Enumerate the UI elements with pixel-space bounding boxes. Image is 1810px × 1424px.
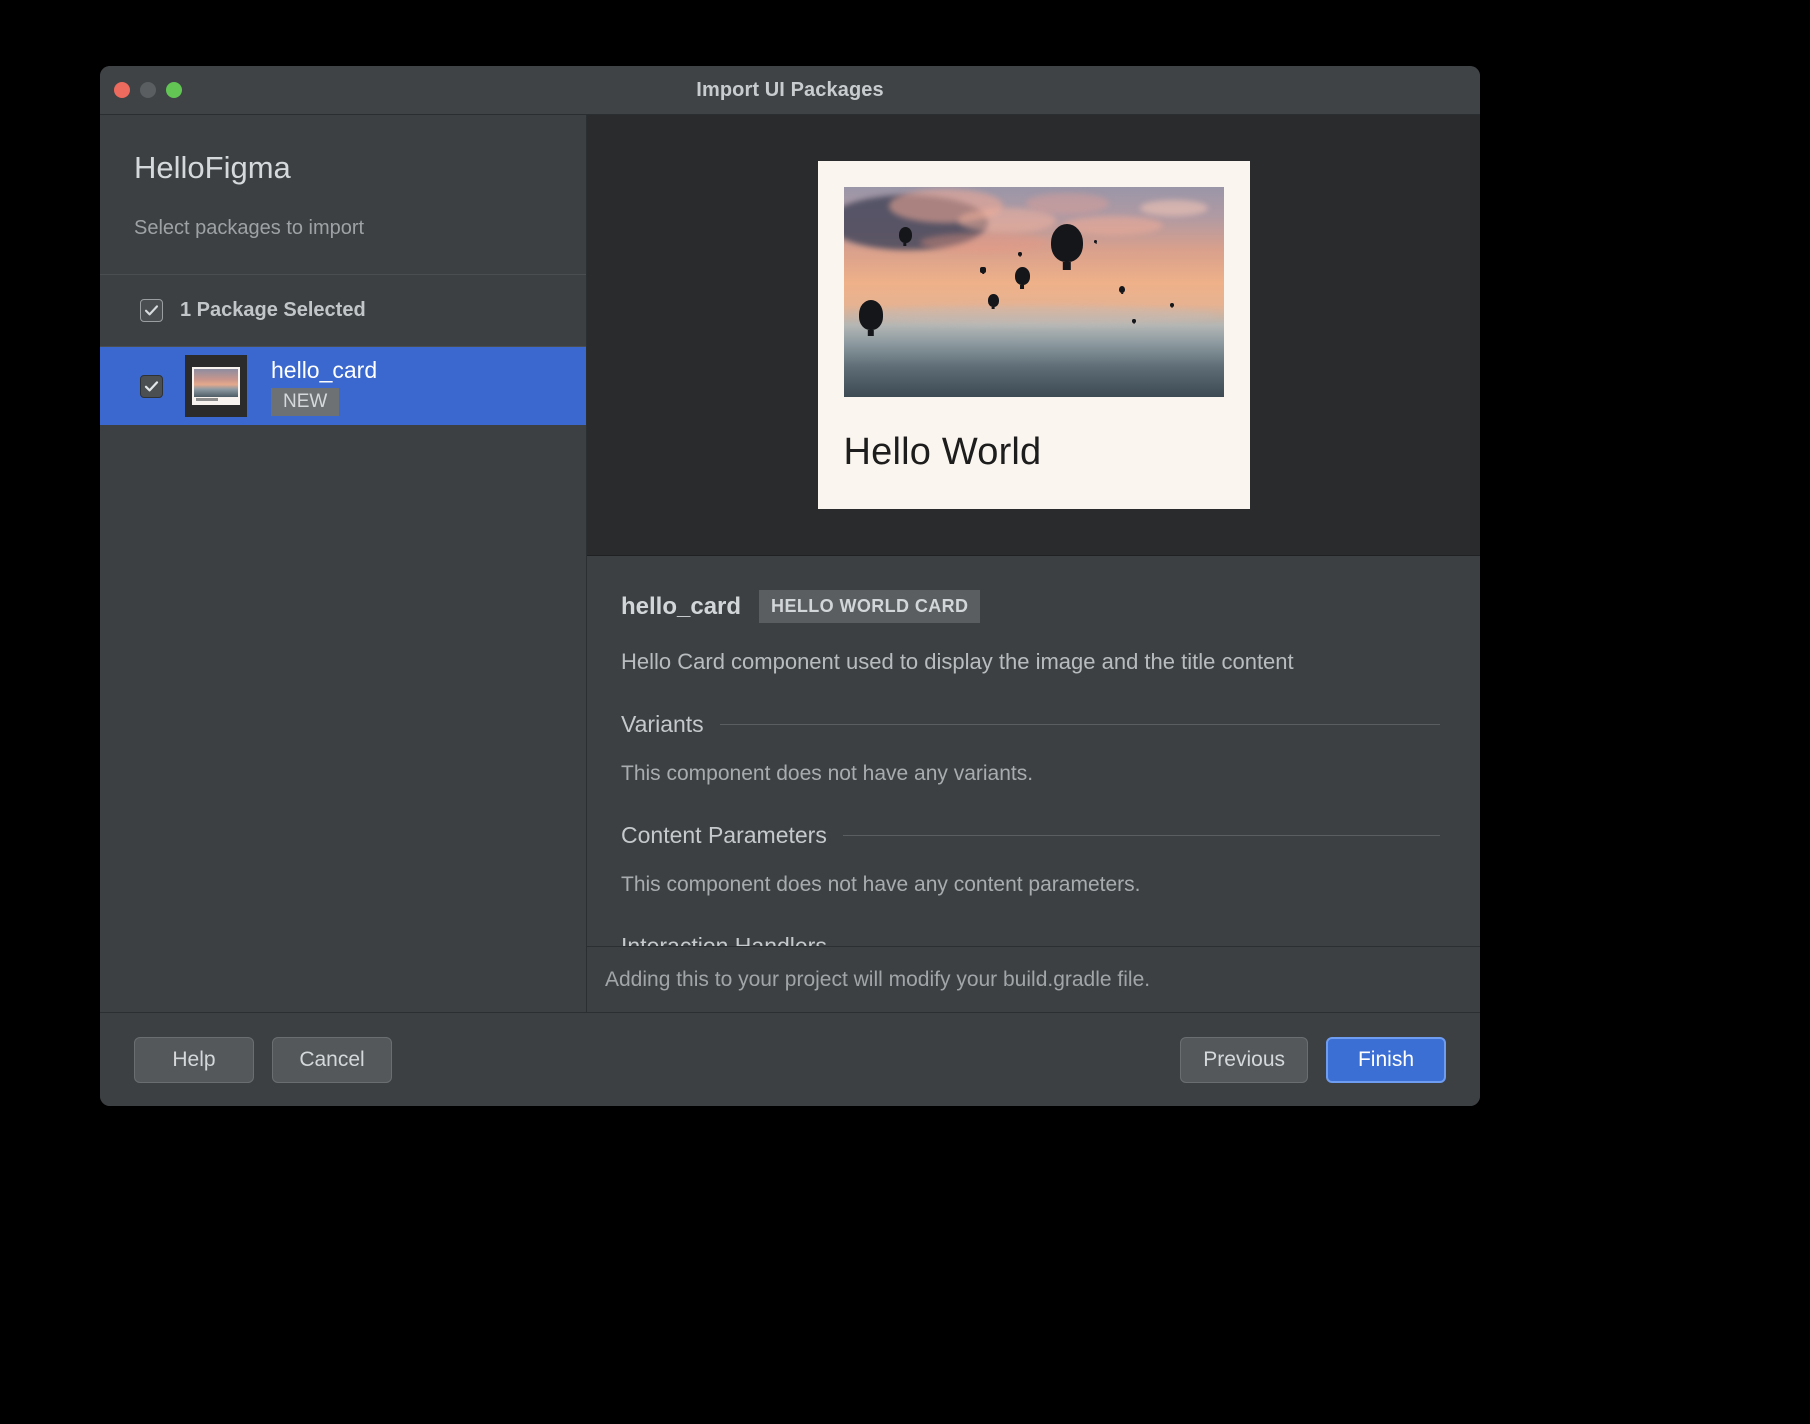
sidebar: HelloFigma Select packages to import 1 P… <box>100 115 587 1012</box>
section-header-interaction-handlers: Interaction Handlers <box>621 933 1440 946</box>
balloon-icon <box>1119 285 1126 293</box>
detail-description: Hello Card component used to display the… <box>621 649 1294 674</box>
card-title: Hello World <box>843 431 1042 473</box>
component-preview: Hello World <box>587 115 1480 556</box>
package-thumbnail-icon <box>185 355 247 417</box>
sidebar-subtitle: Select packages to import <box>134 217 365 240</box>
finish-button[interactable]: Finish <box>1326 1036 1446 1083</box>
hello-card-preview: Hello World <box>817 161 1250 509</box>
window-titlebar: Import UI Packages <box>100 66 1480 115</box>
detail-header: hello_card HELLO WORLD CARD <box>621 590 1440 623</box>
section-body-content-parameters: This component does not have any content… <box>621 873 1141 896</box>
screen: Import UI Packages HelloFigma Select pac… <box>0 0 1810 1424</box>
select-all-checkbox[interactable] <box>140 299 163 322</box>
section-title: Variants <box>621 711 704 737</box>
component-details: hello_card HELLO WORLD CARD Hello Card c… <box>587 556 1480 946</box>
balloons-photo <box>843 187 1224 397</box>
list-item[interactable]: hello_card NEW <box>100 347 586 425</box>
balloon-icon <box>980 266 986 274</box>
help-button[interactable]: Help <box>134 1036 254 1083</box>
package-name: hello_card <box>271 356 378 383</box>
section-title: Content Parameters <box>621 822 827 848</box>
previous-button[interactable]: Previous <box>1180 1036 1308 1083</box>
close-button[interactable] <box>114 82 130 98</box>
footer-note: Adding this to your project will modify … <box>587 946 1480 1012</box>
package-texts: hello_card NEW <box>271 357 377 416</box>
balloon-icon <box>1018 252 1022 256</box>
section-header-content-parameters: Content Parameters <box>621 822 1440 849</box>
package-checkbox[interactable] <box>140 374 163 398</box>
balloon-icon <box>1170 302 1175 307</box>
project-title: HelloFigma <box>134 150 291 185</box>
section-header-variants: Variants <box>621 711 1440 738</box>
minimize-button[interactable] <box>140 82 156 98</box>
balloon-icon <box>1132 319 1136 324</box>
window-controls <box>114 66 182 114</box>
package-list: hello_card NEW <box>100 347 586 1012</box>
section-title: Interaction Handlers <box>621 933 827 946</box>
right-panel: Hello World hello_card HELLO WORLD CARD … <box>587 115 1480 1012</box>
balloon-icon <box>858 300 884 330</box>
balloon-icon <box>987 294 999 307</box>
cancel-button[interactable]: Cancel <box>272 1036 392 1083</box>
select-all-row[interactable]: 1 Package Selected <box>100 275 586 347</box>
window-body: HelloFigma Select packages to import 1 P… <box>100 115 1480 1012</box>
detail-component-name: hello_card <box>621 592 742 620</box>
window-title: Import UI Packages <box>696 78 884 101</box>
balloon-icon <box>1094 239 1098 243</box>
balloon-icon <box>1014 266 1030 285</box>
zoom-button[interactable] <box>166 82 182 98</box>
import-ui-packages-window: Import UI Packages HelloFigma Select pac… <box>100 66 1480 1106</box>
select-all-label: 1 Package Selected <box>180 299 366 321</box>
balloon-icon <box>898 226 912 243</box>
detail-component-tag: HELLO WORLD CARD <box>759 590 981 623</box>
balloon-icon <box>1050 223 1083 262</box>
section-divider <box>719 724 1440 725</box>
section-divider <box>842 835 1440 836</box>
section-body-variants: This component does not have any variant… <box>621 762 1034 785</box>
footer-note-text: Adding this to your project will modify … <box>605 967 1151 991</box>
status-badge: NEW <box>271 387 340 416</box>
dialog-action-bar: Help Cancel Previous Finish <box>100 1012 1480 1106</box>
sidebar-header: HelloFigma Select packages to import <box>100 115 586 275</box>
